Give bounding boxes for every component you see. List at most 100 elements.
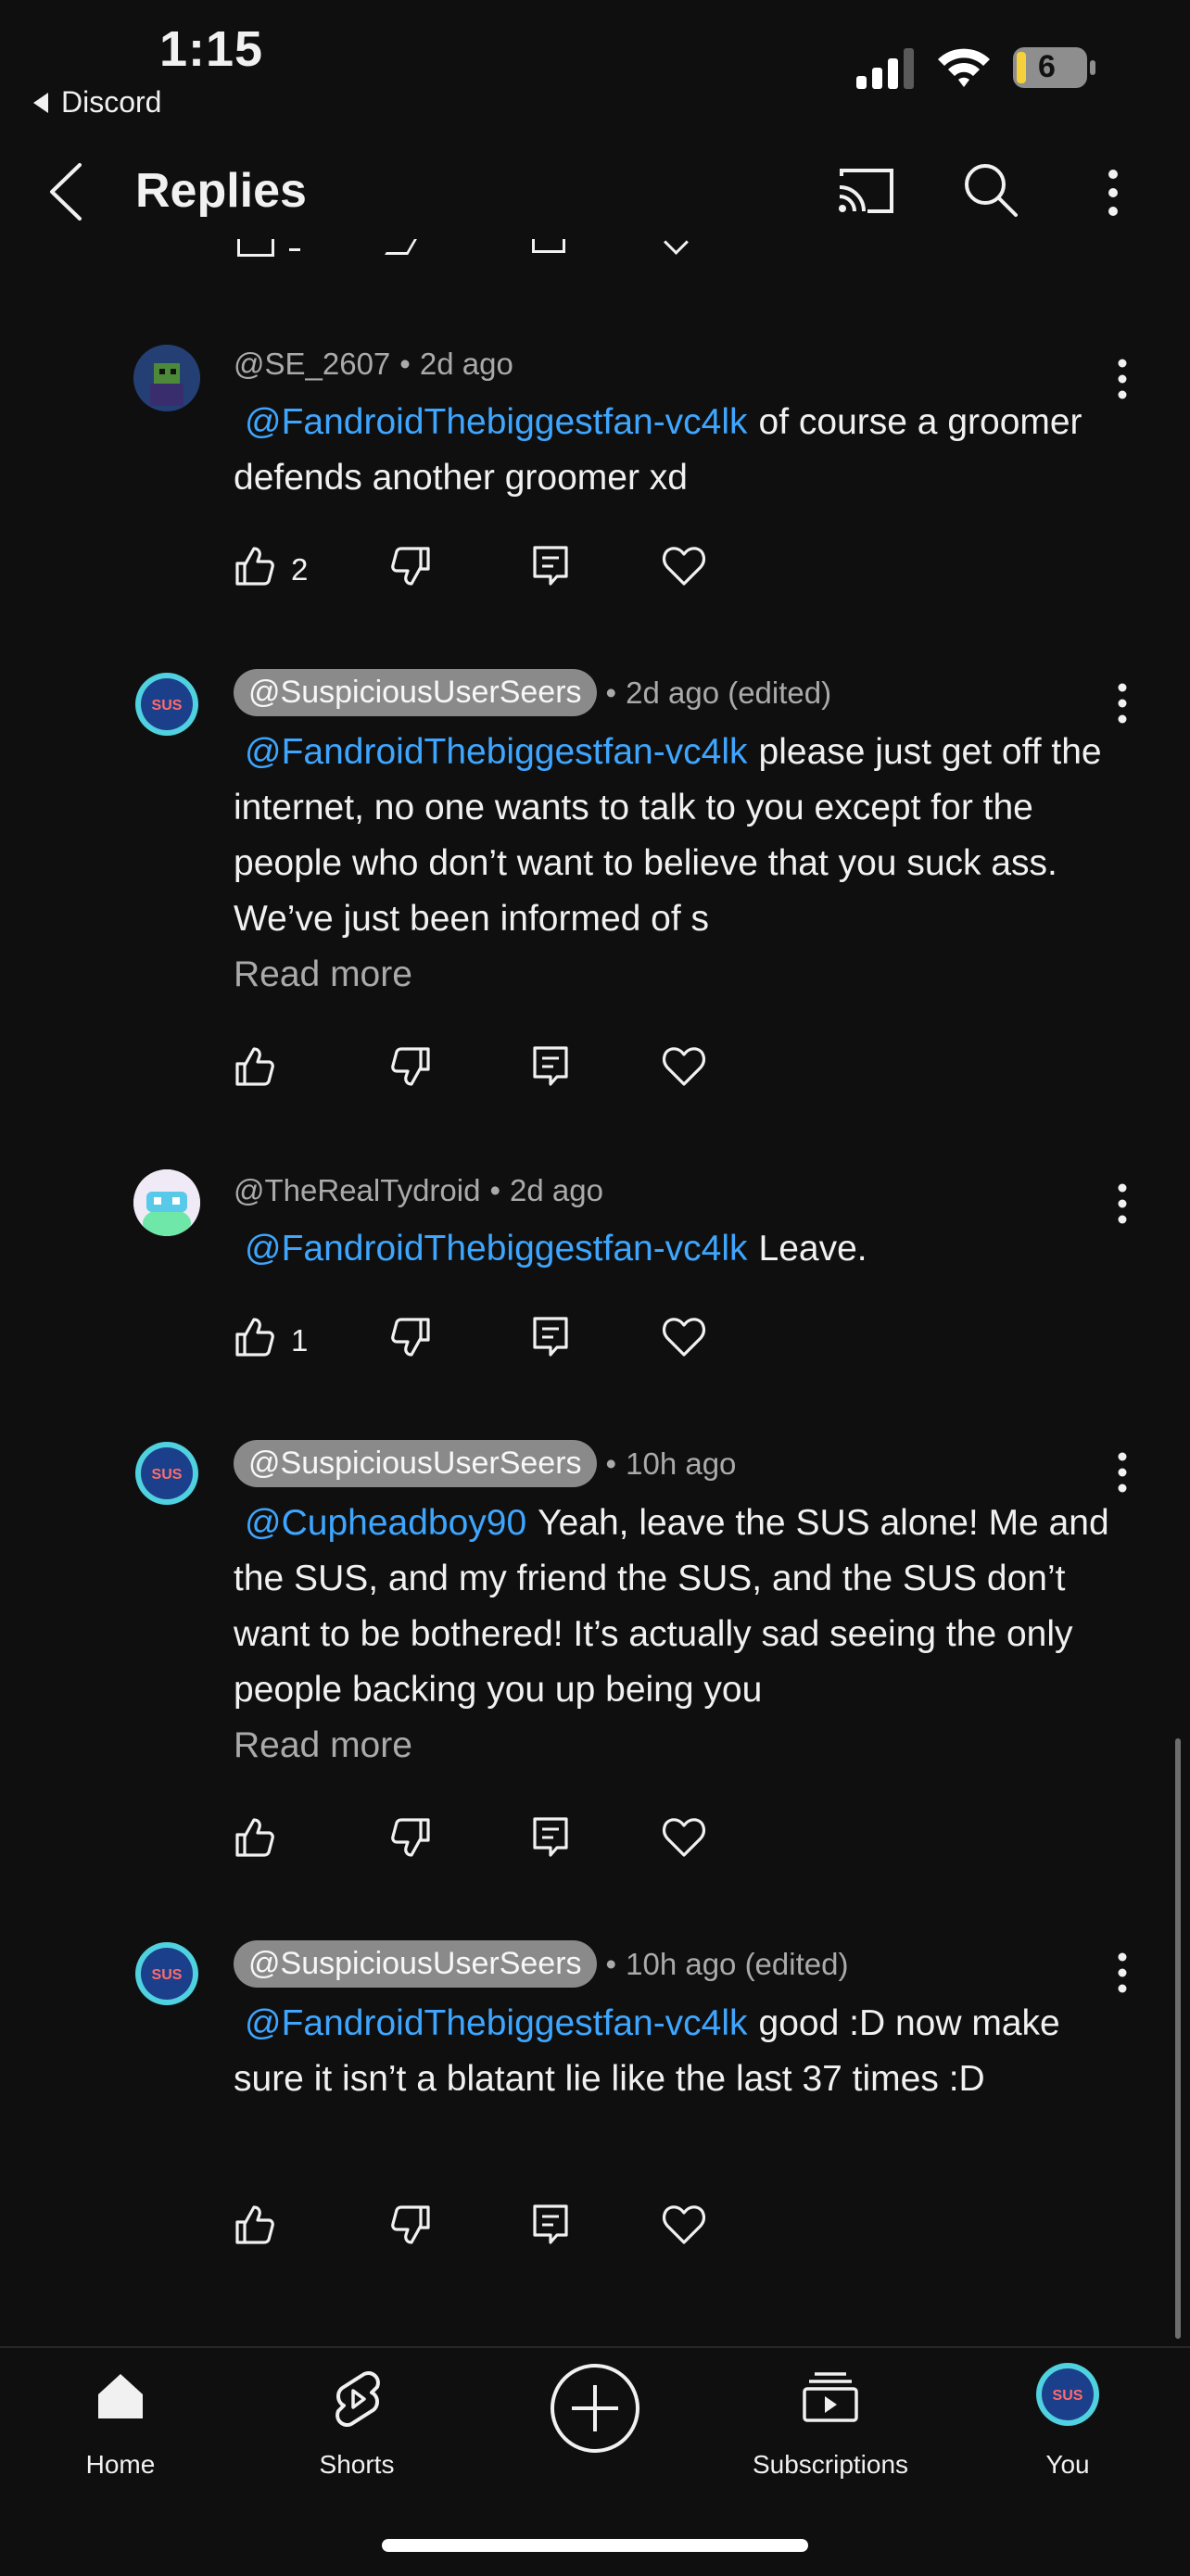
comment-body: @FandroidThebiggestfan-vc4lk of course a … bbox=[234, 395, 1114, 506]
comment-author[interactable]: @TheRealTydroid bbox=[234, 1173, 480, 1208]
avatar[interactable]: SUS bbox=[133, 1440, 200, 1507]
cellular-signal-icon bbox=[856, 48, 914, 89]
nav-home-label: Home bbox=[85, 2450, 156, 2479]
svg-text:SUS: SUS bbox=[1053, 2388, 1083, 2404]
mention-link[interactable]: @FandroidThebiggestfan-vc4lk bbox=[245, 402, 748, 442]
heart-icon bbox=[662, 1318, 706, 1357]
dislike-button[interactable] bbox=[389, 1816, 432, 1868]
comment-age: 2d ago (edited) bbox=[626, 675, 832, 710]
avatar-character-icon bbox=[133, 1169, 200, 1236]
reply-icon bbox=[533, 1817, 568, 1857]
thumbs-up-icon bbox=[235, 1318, 274, 1357]
thumbs-down-icon bbox=[391, 1818, 430, 1857]
scrollbar[interactable] bbox=[1175, 1738, 1181, 2339]
comment-actions: 2 bbox=[234, 545, 734, 597]
like-button[interactable]: 2 bbox=[234, 545, 308, 597]
like-button[interactable]: 1 bbox=[234, 1316, 308, 1368]
comment-more-icon[interactable] bbox=[1110, 682, 1134, 725]
heart-button[interactable] bbox=[662, 1316, 706, 1368]
mention-link[interactable]: @FandroidThebiggestfan-vc4lk bbox=[245, 1229, 748, 1269]
reply-button[interactable] bbox=[532, 1316, 569, 1368]
comment-meta: @SE_2607 • 2d ago bbox=[234, 347, 513, 382]
avatar[interactable]: SUS bbox=[133, 671, 200, 738]
home-icon bbox=[98, 2374, 143, 2418]
subscriptions-icon bbox=[803, 2372, 858, 2422]
mention-link[interactable]: @Cupheadboy90 bbox=[245, 1503, 526, 1543]
mention-link[interactable]: @FandroidThebiggestfan-vc4lk bbox=[245, 2003, 748, 2043]
dislike-button[interactable] bbox=[389, 1045, 432, 1097]
comment-body: @FandroidThebiggestfan-vc4lk good :D now … bbox=[234, 1996, 1114, 2107]
comment-meta: @SuspiciousUserSeers • 10h ago bbox=[234, 1440, 736, 1487]
comment-age: 2d ago bbox=[510, 1173, 603, 1207]
comment-meta: @SuspiciousUserSeers • 2d ago (edited) bbox=[234, 669, 831, 716]
search-icon[interactable] bbox=[962, 161, 1019, 219]
heart-button[interactable] bbox=[662, 1045, 706, 1097]
back-arrow-icon[interactable] bbox=[46, 161, 87, 222]
comment-author-highlighted[interactable]: @SuspiciousUserSeers bbox=[234, 1440, 597, 1487]
more-options-icon[interactable] bbox=[1099, 167, 1127, 219]
heart-button[interactable] bbox=[662, 2203, 706, 2255]
reply-button[interactable] bbox=[532, 1816, 569, 1868]
reply-button[interactable] bbox=[532, 2203, 569, 2255]
comment-author-highlighted[interactable]: @SuspiciousUserSeers bbox=[234, 669, 597, 716]
reply-icon bbox=[533, 2204, 568, 2244]
heart-icon bbox=[662, 547, 706, 586]
home-indicator[interactable] bbox=[382, 2539, 808, 2552]
comment-body: @FandroidThebiggestfan-vc4lk please just … bbox=[234, 725, 1114, 1003]
heart-icon bbox=[662, 1818, 706, 1857]
separator-dot: • bbox=[605, 1446, 617, 1481]
like-button[interactable] bbox=[234, 2203, 276, 2255]
like-icon-partial bbox=[237, 239, 274, 257]
reply-icon bbox=[533, 546, 568, 586]
comment-body: @Cupheadboy90 Yeah, leave the SUS alone! … bbox=[234, 1496, 1114, 1774]
avatar-pixel-character-icon bbox=[133, 345, 200, 411]
read-more-link[interactable]: Read more bbox=[234, 947, 1114, 1003]
avatar[interactable] bbox=[133, 1169, 200, 1236]
heart-button[interactable] bbox=[662, 545, 706, 597]
reply-button[interactable] bbox=[532, 545, 569, 597]
like-button[interactable] bbox=[234, 1045, 276, 1097]
comment-more-icon[interactable] bbox=[1110, 1951, 1134, 1994]
comment-actions bbox=[234, 1045, 734, 1097]
nav-shorts-label: Shorts bbox=[319, 2450, 395, 2479]
thumbs-up-icon bbox=[235, 547, 274, 586]
comment-more-icon[interactable] bbox=[1110, 1451, 1134, 1494]
back-to-app-link[interactable]: Discord bbox=[33, 85, 161, 120]
comment-author-highlighted[interactable]: @SuspiciousUserSeers bbox=[234, 1940, 597, 1988]
reply-icon bbox=[533, 1046, 568, 1086]
comment-actions bbox=[234, 2203, 734, 2255]
dislike-button[interactable] bbox=[389, 2203, 432, 2255]
like-count: 2 bbox=[291, 552, 309, 587]
reply-button[interactable] bbox=[532, 1045, 569, 1097]
avatar[interactable] bbox=[133, 345, 200, 411]
avatar[interactable]: SUS bbox=[133, 1940, 200, 2007]
read-more-link[interactable]: Read more bbox=[234, 1718, 1114, 1774]
like-button[interactable] bbox=[234, 1816, 276, 1868]
heart-icon bbox=[662, 1047, 706, 1086]
dislike-button[interactable] bbox=[389, 1316, 432, 1368]
plus-circle-icon bbox=[551, 2364, 639, 2453]
sus-logo-avatar-icon: SUS bbox=[135, 673, 198, 736]
heart-icon bbox=[662, 2205, 706, 2244]
comment-age: 10h ago (edited) bbox=[626, 1946, 849, 1981]
comment-author[interactable]: @SE_2607 bbox=[234, 347, 390, 382]
dislike-icon-partial bbox=[385, 239, 417, 255]
thumbs-up-icon bbox=[235, 2205, 274, 2244]
battery-indicator: 6 bbox=[1012, 46, 1097, 89]
cast-icon[interactable] bbox=[836, 165, 897, 217]
thumbs-down-icon bbox=[391, 1047, 430, 1086]
previous-comment-actions-partial bbox=[234, 239, 734, 267]
mention-link[interactable]: @FandroidThebiggestfan-vc4lk bbox=[245, 732, 748, 772]
sus-logo-avatar-icon: SUS bbox=[135, 1942, 198, 2005]
dislike-button[interactable] bbox=[389, 545, 432, 597]
heart-button[interactable] bbox=[662, 1816, 706, 1868]
nav-subscriptions-label: Subscriptions bbox=[752, 2450, 909, 2479]
thumbs-down-icon bbox=[391, 547, 430, 586]
thumbs-down-icon bbox=[391, 2205, 430, 2244]
back-app-label: Discord bbox=[61, 85, 162, 119]
separator-dot: • bbox=[489, 1173, 501, 1207]
separator-dot: • bbox=[399, 347, 411, 381]
comment-more-icon[interactable] bbox=[1110, 1182, 1134, 1225]
comment-actions: 1 bbox=[234, 1316, 734, 1368]
comment-text: Leave. bbox=[758, 1229, 867, 1269]
